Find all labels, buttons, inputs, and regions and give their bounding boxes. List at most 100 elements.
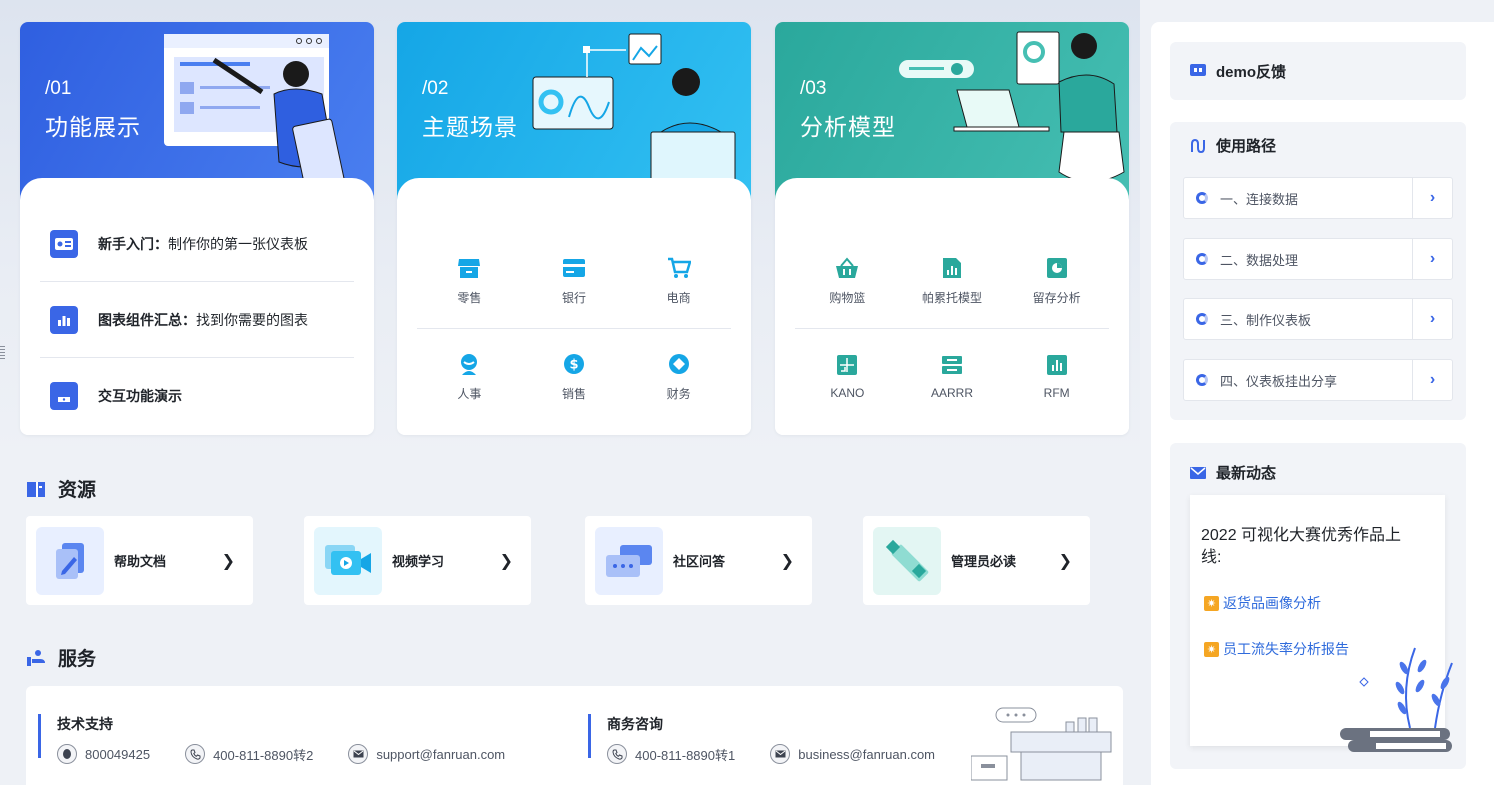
news-link-employee-turnover[interactable]: ✷ 员工流失率分析报告 bbox=[1204, 639, 1349, 659]
news-link-label: 员工流失率分析报告 bbox=[1223, 641, 1349, 657]
feedback-quote-icon bbox=[1190, 64, 1206, 76]
interaction-icon bbox=[50, 382, 78, 410]
resource-community-qa[interactable]: 社区问答 ❯ bbox=[585, 516, 812, 605]
scene-label: 人事 bbox=[457, 386, 482, 401]
model-label: 帕累托模型 bbox=[922, 291, 983, 305]
guide-item-charts[interactable]: 图表组件汇总：找到你需要的图表 bbox=[40, 282, 354, 358]
presenter-illustration-icon bbox=[164, 34, 346, 196]
model-label: 留存分析 bbox=[1032, 291, 1081, 305]
card-body: 零售 银行 电商 人事 $ 销售 财务 bbox=[397, 178, 751, 435]
biz-phone[interactable]: 400-811-8890转1 bbox=[607, 744, 735, 764]
path-step-label: 二、数据处理 bbox=[1220, 252, 1299, 268]
star-badge-icon: ✷ bbox=[1204, 595, 1219, 611]
office-desk-illustration-icon bbox=[971, 707, 1112, 781]
bar-chart-icon bbox=[50, 305, 78, 334]
book-icon bbox=[27, 481, 45, 497]
ruler-icon bbox=[873, 526, 941, 595]
dollar-icon: $ bbox=[562, 352, 586, 376]
chevron-right-icon: ❯ bbox=[780, 552, 794, 570]
card-title: 功能展示 bbox=[45, 114, 141, 140]
card-title: 主题场景 bbox=[422, 114, 518, 140]
mail-news-icon bbox=[1190, 466, 1206, 479]
plant-books-illustration-icon bbox=[1340, 647, 1453, 752]
chevron-right-icon: ❯ bbox=[221, 552, 235, 570]
card-body: 新手入门：制作你的第一张仪表板 图表组件汇总：找到你需要的图表 交互功能演示 bbox=[20, 178, 374, 435]
services-panel: 技术支持 800049425 400-811-8890转2 support@fa… bbox=[26, 686, 1123, 785]
scene-label: 财务 bbox=[666, 386, 691, 401]
cart-icon bbox=[667, 256, 691, 280]
resource-admin-guide[interactable]: 管理员必读 ❯ bbox=[863, 516, 1090, 605]
usage-path-box: 使用路径 一、连接数据 › 二、数据处理 › 三、制作仪表板 › 四、仪表板挂出… bbox=[1170, 122, 1466, 420]
section-label: 服务 bbox=[58, 649, 97, 670]
progress-ring-icon bbox=[1196, 313, 1208, 325]
guide-item-beginner[interactable]: 新手入门：制作你的第一张仪表板 bbox=[40, 206, 354, 282]
resource-video-learning[interactable]: 视频学习 ❯ bbox=[304, 516, 531, 605]
progress-ring-icon bbox=[1196, 192, 1208, 204]
model-aarrr[interactable]: AARRR bbox=[900, 353, 1005, 400]
help-docs-icon bbox=[36, 526, 104, 595]
chevron-right-icon: ❯ bbox=[1058, 552, 1072, 570]
usage-path-title: 使用路径 bbox=[1216, 138, 1277, 155]
resource-label: 社区问答 bbox=[673, 554, 726, 569]
guide-bold: 新手入门： bbox=[98, 235, 168, 252]
card-analysis-models[interactable]: /03 分析模型 购物篮 帕累托模型 留存分析 KANO AARRR RFM bbox=[775, 22, 1129, 435]
path-step-make-dashboard[interactable]: 三、制作仪表板 › bbox=[1183, 298, 1453, 340]
scene-bank[interactable]: 银行 bbox=[522, 256, 627, 306]
scene-label: 电商 bbox=[666, 291, 691, 305]
model-label: RFM bbox=[1043, 386, 1070, 400]
demo-feedback-box[interactable]: demo反馈 bbox=[1170, 42, 1466, 100]
guide-bold: 图表组件汇总： bbox=[98, 311, 196, 328]
model-label: 购物篮 bbox=[829, 291, 866, 305]
scene-ecommerce[interactable]: 电商 bbox=[626, 256, 731, 306]
chevron-right-icon[interactable]: › bbox=[1412, 360, 1452, 400]
path-step-connect-data[interactable]: 一、连接数据 › bbox=[1183, 177, 1453, 219]
card-feature-showcase[interactable]: /01 功能展示 新手入门：制作你的第一张仪表板 图表组件汇总：找到你需要的图表… bbox=[20, 22, 374, 435]
tech-email-address: support@fanruan.com bbox=[376, 746, 506, 762]
card-title: 分析模型 bbox=[800, 114, 896, 140]
latest-news-title: 最新动态 bbox=[1216, 465, 1277, 482]
model-grid: 购物篮 帕累托模型 留存分析 KANO AARRR RFM bbox=[795, 234, 1109, 424]
tech-qq[interactable]: 800049425 bbox=[57, 744, 150, 764]
tech-support-heading: 技术支持 bbox=[57, 716, 113, 732]
model-kano[interactable]: KANO bbox=[795, 353, 900, 400]
business-consult-group: 商务咨询 400-811-8890转1 business@fanruan.com bbox=[588, 714, 970, 764]
tech-phone-number: 400-811-8890转2 bbox=[213, 747, 314, 763]
section-label: 资源 bbox=[58, 480, 97, 501]
video-icon bbox=[314, 526, 382, 595]
model-retention[interactable]: 留存分析 bbox=[1004, 256, 1109, 306]
bar-chart-icon bbox=[1045, 353, 1069, 377]
biz-email[interactable]: business@fanruan.com bbox=[770, 744, 935, 764]
card-number: /03 bbox=[800, 78, 827, 99]
scene-hr[interactable]: 人事 bbox=[417, 352, 522, 402]
news-link-returned-goods[interactable]: ✷ 返货品画像分析 bbox=[1204, 593, 1321, 613]
card-theme-scenes[interactable]: /02 主题场景 零售 银行 电商 人事 $ 销售 财务 bbox=[397, 22, 751, 435]
resource-help-docs[interactable]: 帮助文档 ❯ bbox=[26, 516, 253, 605]
chevron-right-icon[interactable]: › bbox=[1412, 178, 1452, 218]
latest-news-box: 最新动态 2022 可视化大赛优秀作品上线: ✷ 返货品画像分析 ✷ 员工流失率… bbox=[1170, 443, 1466, 769]
basket-icon bbox=[835, 256, 859, 280]
qq-icon bbox=[57, 744, 77, 764]
model-basket[interactable]: 购物篮 bbox=[795, 256, 900, 306]
scene-sales[interactable]: $ 销售 bbox=[522, 352, 627, 402]
hand-service-icon bbox=[27, 649, 45, 666]
feedback-label: demo反馈 bbox=[1216, 63, 1287, 81]
guide-item-interaction[interactable]: 交互功能演示 bbox=[40, 358, 354, 434]
scene-retail[interactable]: 零售 bbox=[417, 256, 522, 306]
chevron-right-icon[interactable]: › bbox=[1412, 299, 1452, 339]
path-step-share-dashboard[interactable]: 四、仪表板挂出分享 › bbox=[1183, 359, 1453, 401]
tech-email[interactable]: support@fanruan.com bbox=[348, 744, 505, 764]
chevron-right-icon[interactable]: › bbox=[1412, 239, 1452, 279]
axis-icon bbox=[835, 353, 859, 377]
scene-finance[interactable]: 财务 bbox=[626, 352, 731, 402]
tech-support-group: 技术支持 800049425 400-811-8890转2 support@fa… bbox=[38, 714, 540, 764]
right-panel: demo反馈 使用路径 一、连接数据 › 二、数据处理 › 三、制作仪表板 › … bbox=[1151, 22, 1494, 785]
model-pareto[interactable]: 帕累托模型 bbox=[900, 256, 1005, 306]
resource-label: 视频学习 bbox=[392, 554, 445, 569]
scene-label: 银行 bbox=[562, 291, 587, 305]
tech-phone[interactable]: 400-811-8890转2 bbox=[185, 744, 313, 764]
model-rfm[interactable]: RFM bbox=[1004, 353, 1109, 400]
scene-label: 销售 bbox=[562, 386, 587, 401]
scene-grid: 零售 银行 电商 人事 $ 销售 财务 bbox=[417, 234, 731, 424]
drag-handle[interactable] bbox=[0, 346, 5, 360]
path-step-process-data[interactable]: 二、数据处理 › bbox=[1183, 238, 1453, 280]
